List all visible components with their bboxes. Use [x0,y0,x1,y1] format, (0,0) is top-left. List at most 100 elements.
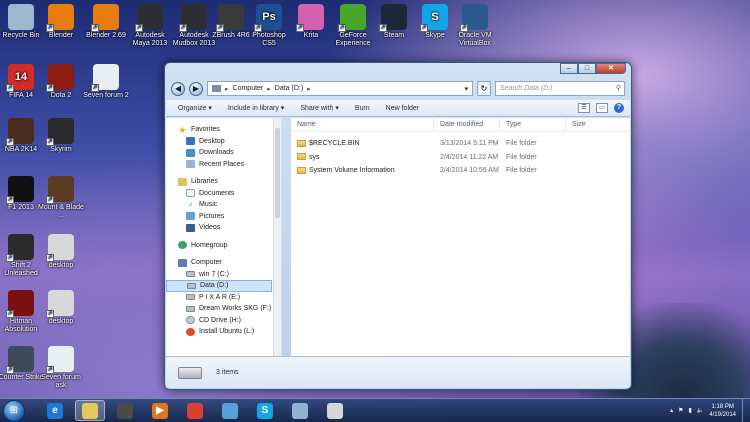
taskbar-app-button[interactable] [320,400,350,421]
nav-item-drive-f[interactable]: Dream Works SKG (F:) [166,303,281,315]
address-bar[interactable]: ▸ Computer ▸ Data (D:) ▸ ▾ [207,81,473,96]
nav-item-downloads[interactable]: Downloads [166,147,281,159]
nav-item-drive-h[interactable]: CD Drive (H:) [166,315,281,327]
taskbar-app-button[interactable] [75,400,105,421]
desktop-shortcut[interactable]: ↗ Blender 2.69 [83,4,129,40]
clock[interactable]: 1:18 PM 4/19/2014 [709,403,736,419]
nav-label: Dream Works SKG (F:) [199,305,272,312]
nav-item-drive-c[interactable]: win 7 (C:) [166,269,281,281]
column-type[interactable]: Type [500,118,566,131]
column-name[interactable]: Name [291,118,434,131]
videos-icon [186,223,195,232]
nba-icon: ↗ [6,118,34,146]
file-type: File folder [506,153,537,161]
desktop-shortcut-icon: ↗ [46,234,74,262]
column-headers: Name Date modified Type Size [291,118,630,132]
include-library-button[interactable]: Include in library ▾ [228,104,284,112]
taskbar-app-button[interactable]: S [250,400,280,421]
nav-item-videos[interactable]: Videos [166,222,281,234]
desktop-icon-label: Dota 2 [50,92,72,99]
minimize-button[interactable]: – [560,63,578,74]
refresh-icon[interactable]: ↻ [477,81,491,96]
desktop-shortcut[interactable]: ↗ Mount & Blade ... [38,176,84,220]
shortcut-arrow-icon: ↗ [460,24,468,32]
flag-icon[interactable]: ⚑ [678,407,683,414]
nav-item-recent-places[interactable]: Recent Places [166,159,281,171]
desktop-shortcut[interactable]: ↗ GeForce Experience [330,4,376,48]
blender-icon: ↗ [46,4,74,32]
chevron-down-icon[interactable]: ▾ [464,85,472,93]
explorer-window[interactable]: – □ ✕ ◀ ▶ ▸ Computer ▸ Data (D:) ▸ ▾ ↻ S… [164,62,632,390]
pictures-icon [186,212,195,221]
desktop-shortcut[interactable]: ↗ Autodesk Maya 2013 [127,4,173,48]
shortcut-arrow-icon: ↗ [6,138,14,146]
drive-icon [186,305,195,312]
nav-item-drive-l[interactable]: Install Ubuntu (L:) [166,326,281,338]
taskbar-app-button[interactable] [110,400,140,421]
close-button[interactable]: ✕ [596,63,626,74]
nav-item-music[interactable]: ♪ Music [166,199,281,211]
desktop-shortcut[interactable]: ↗ Steam [371,4,417,40]
maximize-button[interactable]: □ [578,63,596,74]
nav-label: Data (D:) [200,282,229,289]
search-placeholder: Search Data (D:) [500,85,553,92]
forward-icon[interactable]: ▶ [189,81,203,96]
drive-icon [186,271,195,278]
show-desktop-button[interactable] [742,398,750,422]
search-input[interactable]: Search Data (D:) ⚲ [495,81,625,96]
desktop-shortcut[interactable]: ↗ Skyrim [38,118,84,154]
geforce-icon: ↗ [338,4,366,32]
table-row[interactable]: System Volume Information 2/4/2014 10:56… [291,165,630,177]
organize-button[interactable]: Organize ▾ [178,104,212,112]
preview-pane-icon[interactable]: ▭ [596,103,608,113]
breadcrumb-data[interactable]: Data (D:) [275,85,303,92]
nav-label: Pictures [199,212,225,220]
nav-computer[interactable]: Computer [166,257,281,269]
desktop-shortcut[interactable]: ↗ desktop [38,234,84,270]
file-explorer-icon [82,402,98,419]
breadcrumb-computer[interactable]: Computer [233,85,264,92]
taskbar-app-button[interactable]: e [40,400,70,421]
help-icon[interactable]: ? [614,103,624,113]
nav-item-pictures[interactable]: Pictures [166,211,281,223]
taskbar-app-button[interactable] [180,400,210,421]
start-button[interactable]: ⊞ [3,399,25,422]
mount-blade-icon: ↗ [46,176,74,204]
clock-time: 1:18 PM [711,403,734,410]
desktop-shortcut[interactable]: ↗ desktop [38,290,84,326]
table-row[interactable]: sys 2/4/2014 11:22 AM File folder [291,152,630,164]
ubuntu-icon [186,327,195,336]
desktop-shortcut[interactable]: ↗ Seven forum ask [38,346,84,390]
table-row[interactable]: $RECYCLE.BIN 3/13/2014 5:11 PM File fold… [291,138,630,150]
nav-libraries[interactable]: Libraries [166,176,281,188]
view-options-icon[interactable]: ☰ [578,103,590,113]
shortcut-arrow-icon: ↗ [135,24,143,32]
nav-item-drive-d[interactable]: Data (D:) [166,280,272,292]
shortcut-arrow-icon: ↗ [46,138,54,146]
nav-scrollbar[interactable] [273,118,281,358]
nav-item-drive-e[interactable]: P I X A R (E:) [166,292,281,304]
network-icon[interactable]: ▮ [689,407,692,414]
taskbar-app-button[interactable] [285,400,315,421]
desktop-shortcut[interactable]: ↗ Blender [38,4,84,40]
desktop-shortcut[interactable]: ↗ Oracle VM VirtualBox [452,4,498,48]
nav-item-desktop[interactable]: Desktop [166,136,281,148]
nav-favorites[interactable]: ★ Favorites [166,124,281,136]
desktop-shortcut[interactable]: ↗ Dota 2 [38,64,84,100]
desktop-shortcut[interactable]: ↗ Krita [288,4,334,40]
nav-item-documents[interactable]: Documents [166,188,281,200]
taskbar-app-button[interactable] [215,400,245,421]
share-with-button[interactable]: Share with ▾ [300,104,339,112]
show-hidden-icons-icon[interactable]: ▴ [670,407,673,414]
column-date[interactable]: Date modified [434,118,500,131]
desktop-shortcut[interactable]: Ps ↗ Photoshop CS5 [246,4,292,48]
burn-button[interactable]: Burn [355,105,370,112]
scrollbar-thumb[interactable] [275,128,280,218]
back-icon[interactable]: ◀ [171,81,185,96]
nav-homegroup[interactable]: Homegroup [166,240,281,252]
desktop-shortcut[interactable]: ↗ Seven forum 2 [83,64,129,100]
volume-icon[interactable]: 🔈 [697,407,704,414]
new-folder-button[interactable]: New folder [386,105,419,112]
taskbar-app-button[interactable]: ▶ [145,400,175,421]
column-size[interactable]: Size [566,118,626,131]
